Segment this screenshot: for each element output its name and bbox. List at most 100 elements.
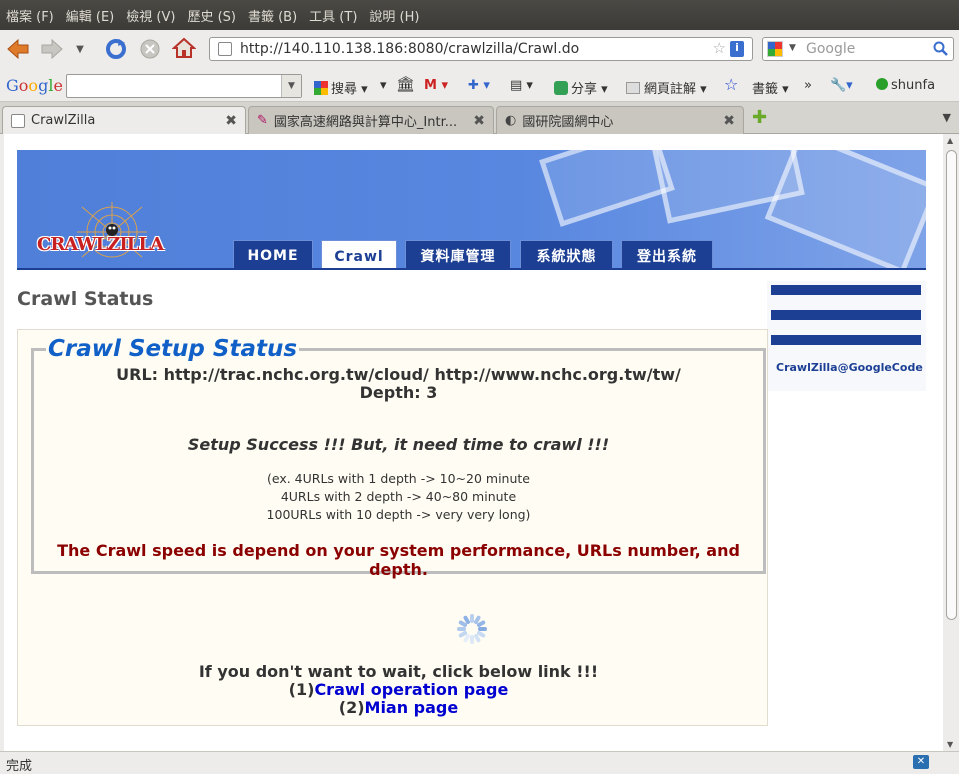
star-icon[interactable]: ☆ xyxy=(724,75,738,94)
search-box[interactable]: ▼ Google xyxy=(762,37,954,61)
link-line-1: (1)Crawl operation page xyxy=(31,680,766,699)
menu-bookmarks[interactable]: 書籤 (B) xyxy=(248,6,297,25)
tab-label: CrawlZilla xyxy=(31,113,96,128)
back-arrow-icon xyxy=(7,38,29,60)
new-tab-plus-icon[interactable]: ✚ xyxy=(752,107,767,128)
bookmark-star-icon[interactable]: ☆ xyxy=(713,39,726,57)
nav-database-management[interactable]: 資料庫管理 xyxy=(405,240,511,268)
feather-icon: ✎ xyxy=(257,113,268,128)
stop-button[interactable] xyxy=(136,35,164,63)
search-label: 搜尋 xyxy=(331,82,358,97)
depth-line: Depth: 3 xyxy=(359,383,438,402)
chevron-down-icon[interactable]: ▼ xyxy=(281,75,301,97)
crawlzilla-logo[interactable]: CRAWLZILLA xyxy=(37,202,164,262)
nav-home[interactable]: HOME xyxy=(233,240,313,268)
stop-icon xyxy=(140,39,160,59)
forward-button[interactable] xyxy=(38,35,66,63)
estimate-line-3: 100URLs with 10 depth -> very very long) xyxy=(266,507,531,522)
tab-list-chevron-icon[interactable]: ▼ xyxy=(943,111,951,124)
sidebar-divider xyxy=(771,310,921,320)
info-icon[interactable]: i xyxy=(730,41,744,57)
navigation-toolbar: ▼ http://140.110.138.186:8080/crawlzilla… xyxy=(0,30,959,68)
tab-nchc-intro[interactable]: ✎ 國家高速網路與計算中心_Intr... ✖ xyxy=(248,106,494,134)
chevron-down-icon: ▼ xyxy=(76,43,84,55)
menu-file[interactable]: 檔案 (F) xyxy=(6,6,54,25)
tab-label: 國家高速網路與計算中心_Intr... xyxy=(273,115,458,130)
link-1-prefix: (1) xyxy=(288,680,315,699)
estimate-line-2: 4URLs with 2 depth -> 40~80 minute xyxy=(280,489,517,504)
menu-view[interactable]: 檢視 (V) xyxy=(126,6,175,25)
gmail-icon[interactable]: M ▾ xyxy=(424,78,448,93)
nav-logout[interactable]: 登出系統 xyxy=(621,240,713,268)
url-line: URL: http://trac.nchc.org.tw/cloud/ http… xyxy=(116,365,681,384)
addon-status-icon[interactable]: ✕ xyxy=(913,755,929,769)
bookmarks-icon[interactable]: ▤ ▾ xyxy=(510,78,533,93)
home-button[interactable] xyxy=(170,34,198,62)
loading-spinner-icon xyxy=(457,614,487,644)
plus-icon[interactable]: ✚ ▾ xyxy=(468,78,490,93)
search-placeholder: Google xyxy=(806,41,856,57)
link-2-prefix: (2) xyxy=(338,698,365,717)
google-logo[interactable]: Google xyxy=(6,76,63,95)
tab-nchc[interactable]: ◐ 國研院國網中心 ✖ xyxy=(496,106,744,134)
google-toolbar: Google ▼ 搜尋 ▾ ▾ 🏛 M ▾ ✚ ▾ ▤ ▾ 分享 ▾ 網頁註解 … xyxy=(0,70,959,102)
nav-system-status[interactable]: 系統狀態 xyxy=(520,240,613,268)
crawlzilla-header: CRAWLZILLA HOME Crawl 資料庫管理 系統狀態 登出系統 xyxy=(17,150,926,270)
sidebar: CrawlZilla@GoogleCode xyxy=(767,281,926,391)
site-identity-icon[interactable] xyxy=(218,42,232,56)
page-title: Crawl Status xyxy=(17,288,154,310)
tab-crawlzilla[interactable]: CrawlZilla ✖ xyxy=(2,106,246,134)
nchc-logo-icon: ◐ xyxy=(505,113,517,128)
close-tab-icon[interactable]: ✖ xyxy=(723,113,735,129)
status-bar: 完成 ✕ xyxy=(0,751,959,774)
forward-arrow-icon xyxy=(41,38,63,60)
share-button[interactable]: 分享 ▾ xyxy=(554,78,608,97)
user-account[interactable]: shunfa xyxy=(876,78,935,93)
chevron-down-icon[interactable]: ▾ xyxy=(380,78,387,93)
reload-icon xyxy=(106,39,126,59)
sidebar-divider xyxy=(771,335,921,345)
menu-tools[interactable]: 工具 (T) xyxy=(309,6,357,25)
scroll-up-arrow-icon[interactable]: ▲ xyxy=(947,136,953,145)
chevron-down-icon: ▼ xyxy=(789,43,796,53)
vertical-scrollbar[interactable]: ▲ ▼ xyxy=(943,134,959,751)
close-tab-icon[interactable]: ✖ xyxy=(225,113,237,129)
main-page-link[interactable]: Mian page xyxy=(365,698,459,717)
speed-warning: The Crawl speed is depend on your system… xyxy=(57,541,740,579)
tab-bar: CrawlZilla ✖ ✎ 國家高速網路與計算中心_Intr... ✖ ◐ 國… xyxy=(0,102,959,134)
back-button[interactable] xyxy=(4,35,32,63)
scroll-down-arrow-icon[interactable]: ▼ xyxy=(947,740,953,749)
more-button[interactable]: » xyxy=(804,78,812,93)
share-label: 分享 xyxy=(571,82,598,97)
menu-help[interactable]: 說明 (H) xyxy=(369,6,419,25)
home-icon xyxy=(172,37,196,58)
online-status-icon xyxy=(876,78,888,90)
menubar: 檔案 (F) 編輯 (E) 檢視 (V) 歷史 (S) 書籤 (B) 工具 (T… xyxy=(0,0,959,30)
bookmarks-menu[interactable]: 書籤 ▾ xyxy=(752,78,789,97)
search-engine-icon[interactable] xyxy=(767,41,783,57)
bank-icon[interactable]: 🏛 xyxy=(396,75,415,93)
url-bar[interactable]: http://140.110.138.186:8080/crawlzilla/C… xyxy=(209,37,753,61)
history-dropdown-button[interactable]: ▼ xyxy=(72,35,88,63)
nav-crawl[interactable]: Crawl xyxy=(321,240,397,268)
user-name: shunfa xyxy=(891,78,936,93)
wrench-icon[interactable]: 🔧▾ xyxy=(830,78,853,93)
setup-success-message: Setup Success !!! But, it need time to c… xyxy=(187,435,610,454)
share-icon xyxy=(554,81,568,95)
googlecode-link[interactable]: CrawlZilla@GoogleCode xyxy=(776,361,923,374)
google-search-input[interactable]: ▼ xyxy=(66,74,302,98)
status-text: 完成 xyxy=(6,759,33,774)
tab-label: 國研院國網中心 xyxy=(522,115,614,130)
magnifier-icon[interactable] xyxy=(933,41,949,57)
google-search-button[interactable]: 搜尋 ▾ xyxy=(314,78,368,97)
scrollbar-thumb[interactable] xyxy=(946,150,957,620)
menu-edit[interactable]: 編輯 (E) xyxy=(66,6,115,25)
close-tab-icon[interactable]: ✖ xyxy=(473,113,485,129)
reload-button[interactable] xyxy=(102,35,130,63)
annotate-label: 網頁註解 xyxy=(644,82,697,97)
google-g-icon xyxy=(314,81,328,95)
menu-history[interactable]: 歷史 (S) xyxy=(187,6,236,25)
document-decoration xyxy=(764,150,926,268)
annotate-button[interactable]: 網頁註解 ▾ xyxy=(626,78,707,97)
crawl-operation-page-link[interactable]: Crawl operation page xyxy=(314,680,508,699)
